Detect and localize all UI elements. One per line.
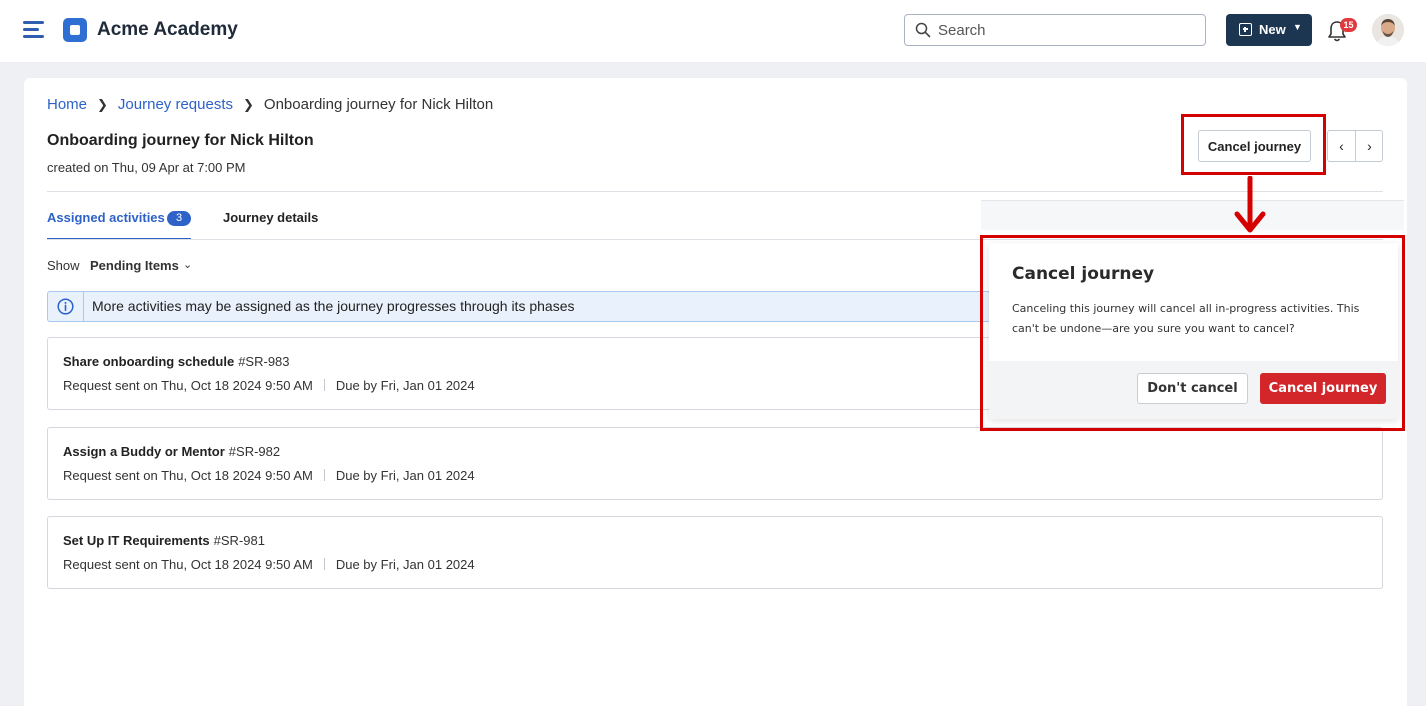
breadcrumb-journey-requests[interactable]: Journey requests	[118, 96, 233, 113]
chevron-right-icon[interactable]: ›	[1356, 131, 1383, 161]
sent-label: Request sent on	[63, 378, 158, 393]
sent-date: Thu, Oct 18 2024 9:50 AM	[161, 378, 313, 393]
activity-item[interactable]: Set Up IT Requirements #SR-981 Request se…	[47, 516, 1383, 589]
activity-meta: Request sent on Thu, Oct 18 2024 9:50 AM…	[63, 378, 475, 393]
activity-meta: Request sent on Thu, Oct 18 2024 9:50 AM…	[63, 468, 475, 483]
activity-id: #SR-981	[213, 533, 265, 548]
chevron-down-icon: ▼	[1293, 22, 1302, 32]
activity-meta: Request sent on Thu, Oct 18 2024 9:50 AM…	[63, 557, 475, 572]
popover-backdrop	[981, 200, 1404, 230]
due-label: Due by	[335, 557, 378, 572]
notification-badge: 15	[1340, 18, 1357, 32]
created-date: created on Thu, 09 Apr at 7:00 PM	[47, 160, 246, 175]
chevron-left-icon[interactable]: ‹	[1328, 131, 1355, 161]
due-label: Due by	[335, 378, 378, 393]
tab-assigned-activities[interactable]: Assigned activities	[47, 210, 165, 225]
breadcrumb-home[interactable]: Home	[47, 96, 87, 113]
divider	[47, 191, 1383, 192]
activity-id: #SR-983	[238, 354, 290, 369]
tab-count-badge: 3	[167, 211, 191, 226]
new-button[interactable]: New ▼	[1226, 14, 1312, 46]
search-box[interactable]	[904, 14, 1206, 46]
sent-date: Thu, Oct 18 2024 9:50 AM	[161, 557, 313, 572]
hamburger-icon[interactable]	[23, 21, 44, 39]
breadcrumb-current: Onboarding journey for Nick Hilton	[263, 96, 494, 113]
filter-label: Show	[47, 258, 80, 273]
activity-title: Set Up IT Requirements #SR-981	[63, 533, 265, 548]
due-date: Fri, Jan 01 2024	[380, 468, 475, 483]
activity-item[interactable]: Assign a Buddy or Mentor #SR-982 Request …	[47, 427, 1383, 500]
activity-title: Assign a Buddy or Mentor #SR-982	[63, 444, 280, 459]
chevron-right-icon: ❯	[243, 97, 254, 112]
due-date: Fri, Jan 01 2024	[380, 378, 475, 393]
plus-square-icon	[1239, 23, 1252, 36]
new-button-label: New	[1259, 22, 1286, 37]
activity-id: #SR-982	[228, 444, 281, 459]
activity-name: Set Up IT Requirements	[63, 533, 210, 548]
activity-title: Share onboarding schedule #SR-983	[63, 354, 290, 369]
app-logo	[63, 18, 87, 42]
info-banner-text: More activities may be assigned as the j…	[92, 298, 575, 314]
chevron-right-icon: ❯	[97, 97, 108, 112]
activity-name: Share onboarding schedule	[63, 354, 235, 369]
highlight-box-dialog	[980, 235, 1405, 431]
info-icon	[57, 298, 74, 315]
down-arrow-icon	[1234, 176, 1266, 233]
highlight-box-cancel-button	[1181, 114, 1326, 175]
pager: ‹ ›	[1327, 130, 1383, 162]
chevron-down-icon[interactable]: ⌄	[183, 258, 192, 271]
tab-journey-details[interactable]: Journey details	[223, 210, 318, 225]
filter-dropdown[interactable]: Pending Items	[90, 258, 179, 273]
sent-label: Request sent on	[63, 557, 158, 572]
activity-name: Assign a Buddy or Mentor	[63, 444, 225, 459]
sent-label: Request sent on	[63, 468, 158, 483]
sent-date: Thu, Oct 18 2024 9:50 AM	[161, 468, 313, 483]
search-input[interactable]	[938, 16, 1198, 44]
breadcrumb: Home ❯ Journey requests ❯ Onboarding journey…	[47, 96, 493, 113]
due-date: Fri, Jan 01 2024	[380, 557, 475, 572]
top-bar: Acme Academy New ▼ 15	[0, 0, 1426, 62]
meta-divider	[323, 469, 325, 481]
meta-divider	[323, 379, 325, 391]
meta-divider	[323, 558, 325, 570]
avatar[interactable]	[1372, 14, 1404, 46]
search-icon	[915, 22, 931, 38]
banner-divider	[83, 292, 84, 321]
due-label: Due by	[335, 468, 378, 483]
app-title: Acme Academy	[97, 19, 238, 40]
page-title: Onboarding journey for Nick Hilton	[47, 132, 314, 149]
